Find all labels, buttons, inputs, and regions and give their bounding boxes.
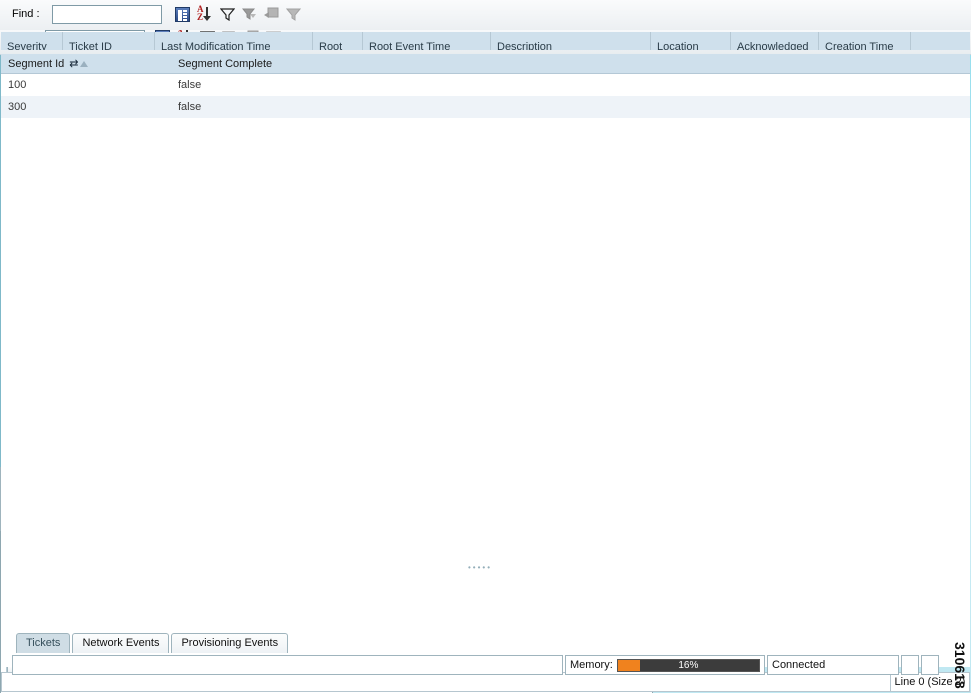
application-window: V AGG-7606-TX [5M+] — □ ✕ AGG-7606-TX [5… <box>0 0 971 693</box>
clear-filter-icon <box>242 7 257 21</box>
tickets-find-field[interactable] <box>53 6 161 23</box>
cell-segment-complete: false <box>178 101 202 113</box>
status-slot-1 <box>901 655 919 675</box>
rep-segments-header-row: Segment Id ⇄ Segment Complete <box>1 54 970 74</box>
column-header-segment-id[interactable]: Segment Id ⇄ <box>1 54 171 73</box>
status-slot-2 <box>921 655 939 675</box>
tickets-toolbar-icons: AZ <box>175 5 301 22</box>
table-row[interactable]: 300 false <box>1 96 970 118</box>
sort-indicator[interactable]: ⇄ <box>69 57 89 70</box>
filter-back-icon <box>264 7 279 21</box>
tickets-column-header-root[interactable]: Root <box>313 32 363 50</box>
ascending-triangle-icon <box>80 60 89 67</box>
footer-blank-field <box>1 672 890 692</box>
export-table-icon[interactable] <box>175 6 190 22</box>
memory-indicator: Memory: 16% <box>565 655 765 675</box>
tickets-column-header-ticket-id[interactable]: Ticket ID <box>63 32 155 50</box>
cell-segment-id: 100 <box>8 79 27 91</box>
bottom-splitter-handle[interactable]: ••••• <box>468 563 492 572</box>
rep-segments-status-footer: Line 0 (Size 2) <box>1 672 970 692</box>
status-bar: Memory: 16% Connected <box>12 655 939 675</box>
tickets-column-header-root-event-time[interactable]: Root Event Time <box>363 32 491 50</box>
tickets-header-row: Severity Ticket ID Last Modification Time R… <box>1 32 970 50</box>
connection-status: Connected <box>767 655 899 675</box>
rep-segments-grid[interactable]: Segment Id ⇄ Segment Complete 100 false … <box>1 54 970 667</box>
tickets-find-input[interactable] <box>52 5 162 24</box>
filter-icon[interactable] <box>220 7 235 21</box>
cell-segment-id: 300 <box>8 101 27 113</box>
swap-arrows-icon: ⇄ <box>69 58 79 70</box>
memory-bar: 16% <box>616 658 760 672</box>
tickets-column-header-location[interactable]: Location <box>651 32 731 50</box>
tickets-column-header-acknowledged[interactable]: Acknowledged <box>731 32 819 50</box>
status-message-field <box>12 655 563 675</box>
tickets-find-label: Find : <box>12 8 40 20</box>
tab-provisioning-events[interactable]: Provisioning Events <box>171 633 289 653</box>
cell-segment-complete: false <box>178 79 202 91</box>
column-header-segment-complete[interactable]: Segment Complete <box>171 54 970 73</box>
tickets-column-header-description[interactable]: Description <box>491 32 651 50</box>
tab-network-events[interactable]: Network Events <box>72 633 170 653</box>
tab-tickets[interactable]: Tickets <box>16 633 71 653</box>
memory-label: Memory: <box>570 659 613 671</box>
memory-percent: 16% <box>678 659 699 671</box>
tickets-column-header-creation-time[interactable]: Creation Time <box>819 32 911 50</box>
tickets-find-toolbar: Find : AZ <box>0 0 971 30</box>
page-watermark: 310618 <box>952 642 968 689</box>
sort-az-icon[interactable]: AZ <box>197 5 213 22</box>
filter-apply-icon <box>286 7 301 21</box>
table-row[interactable]: 100 false <box>1 74 970 96</box>
bottom-tab-bar[interactable]: Tickets Network Events Provisioning Events <box>16 633 289 653</box>
tickets-column-header-last-modification-time[interactable]: Last Modification Time <box>155 32 313 50</box>
tickets-column-header-severity[interactable]: Severity <box>1 32 63 50</box>
